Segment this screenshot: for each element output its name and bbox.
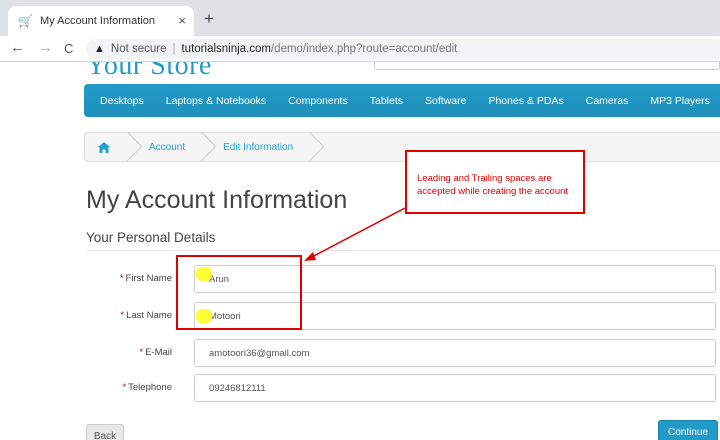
browser-tab-bar: 🛒 My Account Information × + (0, 0, 720, 36)
telephone-field[interactable] (194, 374, 716, 402)
close-tab-icon[interactable]: × (178, 13, 186, 28)
cart-icon: 🛒 (18, 14, 33, 28)
tab-title: My Account Information (40, 15, 155, 27)
telephone-label: * Telephone (122, 382, 172, 393)
breadcrumb-separator (305, 132, 317, 162)
menu-item-phones[interactable]: Phones & PDAs (488, 95, 563, 107)
annotation-text: Leading and Trailing spaces are accepted… (417, 173, 569, 197)
browser-tab[interactable]: 🛒 My Account Information × (8, 6, 194, 36)
page-title: My Account Information (86, 186, 348, 214)
warning-icon[interactable]: ▲ (94, 43, 105, 55)
new-tab-button[interactable]: + (204, 9, 214, 29)
email-label: * E-Mail (139, 347, 172, 358)
last-name-row: * Last Name (0, 302, 720, 332)
continue-button[interactable]: Continue (658, 420, 718, 440)
forward-arrow-icon[interactable]: → (38, 39, 53, 56)
url-field[interactable]: ▲ Not secure | tutorialsninja.com /demo/… (86, 39, 720, 59)
reload-icon[interactable]: C (64, 41, 73, 56)
email-row: * E-Mail (0, 339, 720, 369)
section-divider (86, 250, 720, 251)
email-field[interactable] (194, 339, 716, 367)
url-host: tutorialsninja.com (181, 43, 271, 55)
top-menu: Desktops Laptops & Notebooks Components … (84, 84, 720, 117)
breadcrumb: Account Edit Information (84, 132, 720, 162)
breadcrumb-separator (123, 132, 135, 162)
menu-item-desktops[interactable]: Desktops (100, 95, 144, 107)
first-name-row: * First Name (0, 265, 720, 295)
breadcrumb-separator (197, 132, 209, 162)
url-path: /demo/index.php?route=account/edit (270, 43, 458, 55)
section-title: Your Personal Details (86, 230, 216, 245)
menu-item-software[interactable]: Software (425, 95, 466, 107)
menu-item-mp3[interactable]: MP3 Players (650, 95, 710, 107)
menu-item-components[interactable]: Components (288, 95, 348, 107)
annotation-highlight-box (176, 255, 302, 330)
address-bar: ← → C ▲ Not secure | tutorialsninja.com … (0, 36, 720, 62)
store-logo[interactable]: Your Store (86, 62, 212, 82)
page-content: Your Store Desktops Laptops & Notebooks … (0, 62, 720, 440)
menu-item-tablets[interactable]: Tablets (370, 95, 403, 107)
telephone-row: * Telephone (0, 374, 720, 404)
search-input[interactable] (374, 62, 720, 70)
url-separator: | (172, 43, 176, 55)
back-button[interactable]: Back (86, 424, 124, 440)
last-name-label: * Last Name (120, 310, 172, 321)
back-arrow-icon[interactable]: ← (10, 39, 25, 56)
menu-item-cameras[interactable]: Cameras (586, 95, 629, 107)
first-name-label: * First Name (119, 273, 172, 284)
breadcrumb-edit-information[interactable]: Edit Information (209, 132, 305, 162)
menu-item-laptops[interactable]: Laptops & Notebooks (166, 95, 266, 107)
not-secure-label[interactable]: Not secure (111, 43, 167, 55)
